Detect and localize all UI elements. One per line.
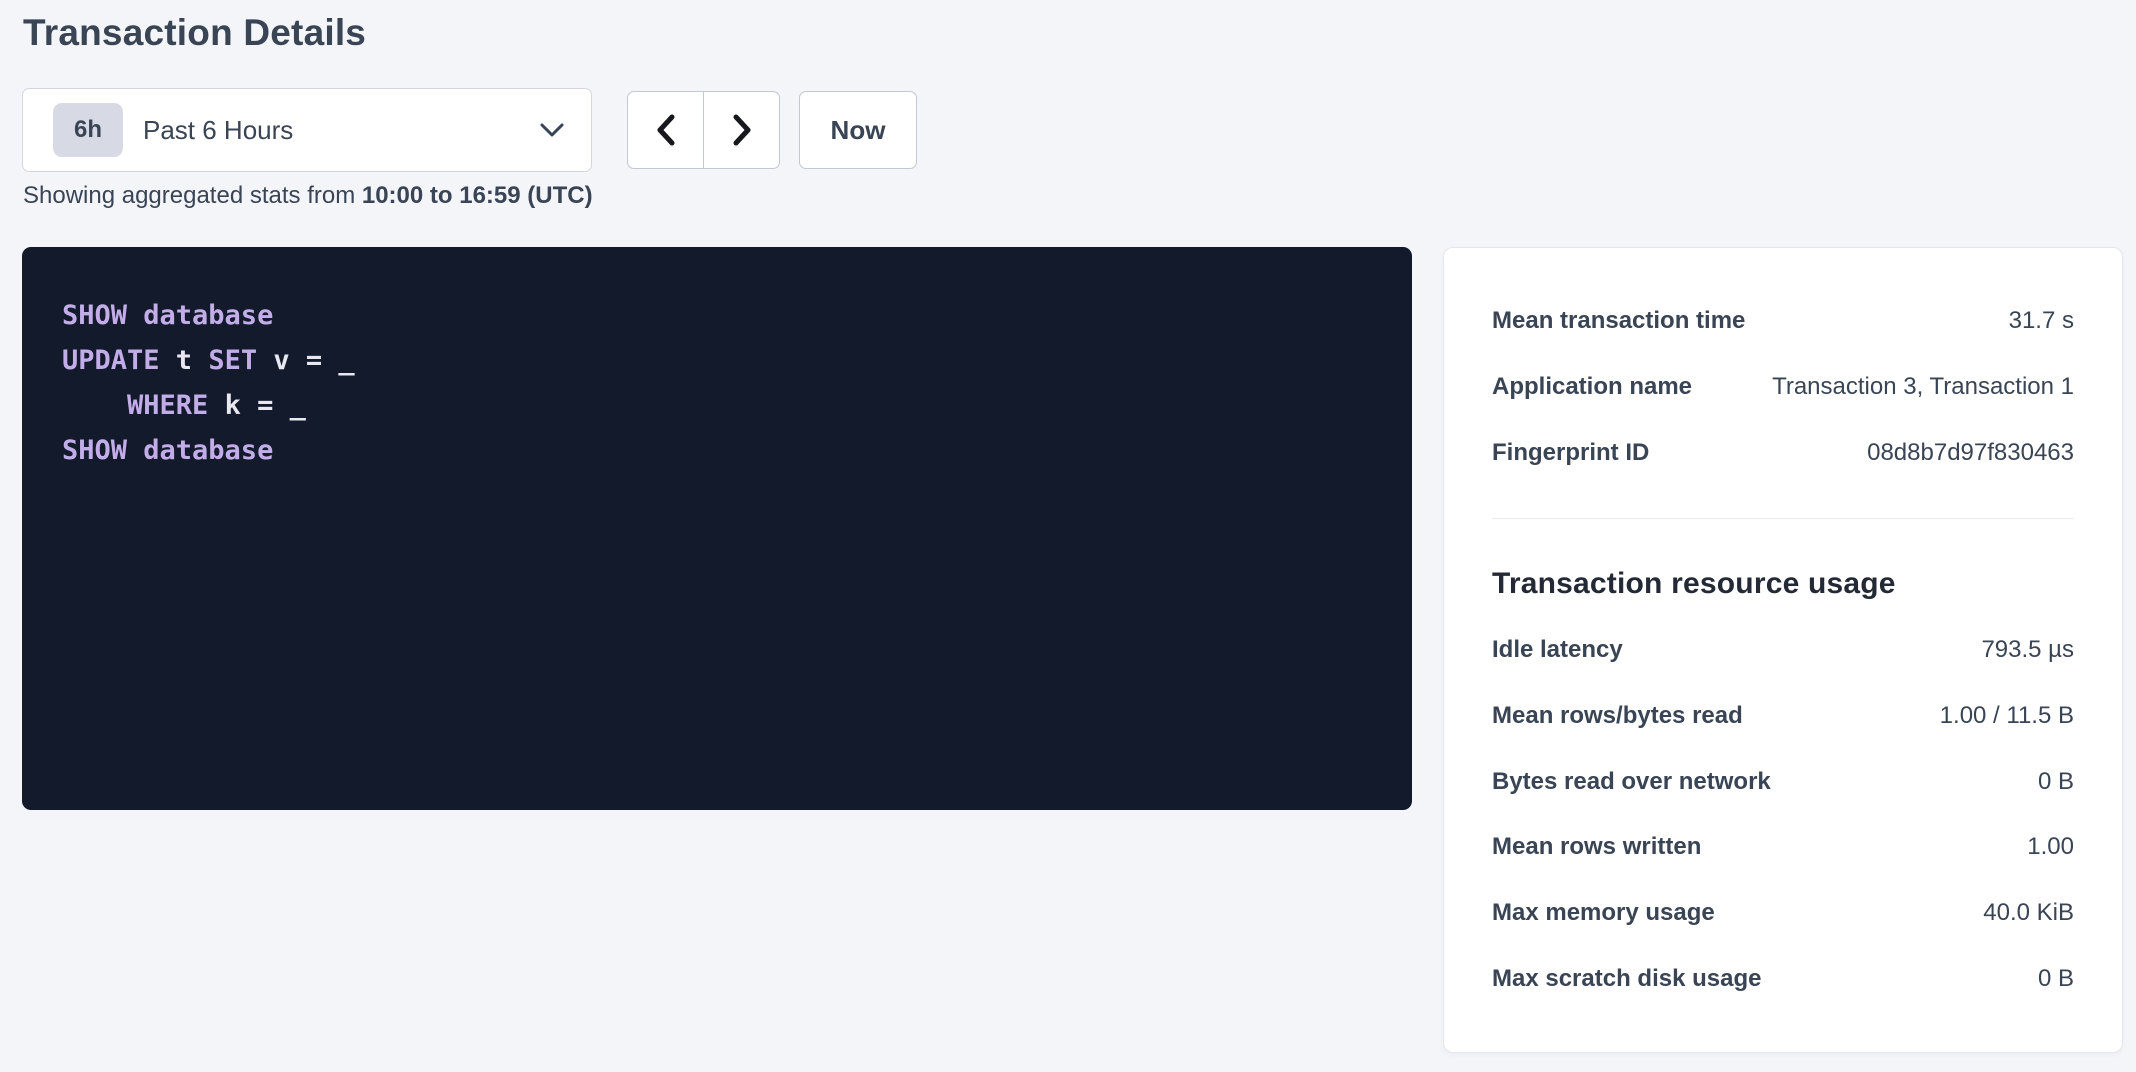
aggregated-stats-prefix: Showing aggregated stats from: [23, 182, 362, 209]
row-value: 0 B: [2038, 965, 2074, 993]
resource-usage-heading-block: Transaction resource usage: [1492, 551, 2074, 617]
resource-usage-heading: Transaction resource usage: [1492, 567, 1896, 601]
row-value: 31.7 s: [2009, 307, 2074, 335]
row-label: Bytes read over network: [1492, 768, 1771, 796]
resource-row-mean-rows-written: Mean rows written 1.00: [1492, 815, 2074, 881]
row-value: 793.5 µs: [1981, 636, 2074, 664]
card-divider-block: [1492, 485, 2074, 551]
row-value: Transaction 3, Transaction 1: [1772, 373, 2074, 401]
row-value: 0 B: [2038, 768, 2074, 796]
sql-token: k = _: [208, 390, 306, 421]
time-controls: 6h Past 6 Hours: [22, 88, 917, 172]
sql-statement-text: SHOW database UPDATE t SET v = _ WHERE k…: [62, 293, 1372, 473]
sql-token: [62, 390, 127, 421]
row-value: 40.0 KiB: [1983, 899, 2074, 927]
sql-token: SHOW database: [62, 300, 273, 331]
row-label: Mean transaction time: [1492, 307, 1745, 335]
resource-row-max-scratch-disk-usage: Max scratch disk usage 0 B: [1492, 946, 2074, 1012]
resource-row-max-memory-usage: Max memory usage 40.0 KiB: [1492, 880, 2074, 946]
time-range-badge: 6h: [53, 103, 123, 157]
chevron-right-icon: [727, 113, 757, 147]
row-label: Max memory usage: [1492, 899, 1715, 927]
chevron-down-icon: [539, 121, 565, 139]
row-value: 1.00: [2027, 833, 2074, 861]
row-value: 1.00 / 11.5 B: [1940, 702, 2074, 730]
summary-row-application-name: Application name Transaction 3, Transact…: [1492, 354, 2074, 420]
time-range-selector[interactable]: 6h Past 6 Hours: [22, 88, 592, 172]
transaction-details-page: Transaction Details 6h Past 6 Hours: [0, 0, 2136, 1072]
row-label: Idle latency: [1492, 636, 1623, 664]
time-range-label: Past 6 Hours: [143, 115, 293, 146]
sql-token: t: [160, 345, 209, 376]
row-label: Fingerprint ID: [1492, 439, 1649, 467]
resource-row-bytes-read-over-network: Bytes read over network 0 B: [1492, 749, 2074, 815]
sql-statement-box: SHOW database UPDATE t SET v = _ WHERE k…: [22, 247, 1412, 810]
card-divider: [1492, 518, 2074, 519]
row-value: 08d8b7d97f830463: [1867, 439, 2074, 467]
transaction-summary-card: Mean transaction time 31.7 s Application…: [1443, 247, 2123, 1053]
resource-row-mean-rows-bytes-read: Mean rows/bytes read 1.00 / 11.5 B: [1492, 683, 2074, 749]
resource-row-idle-latency: Idle latency 793.5 µs: [1492, 617, 2074, 683]
now-button[interactable]: Now: [799, 91, 917, 169]
summary-row-fingerprint-id: Fingerprint ID 08d8b7d97f830463: [1492, 420, 2074, 486]
row-label: Mean rows/bytes read: [1492, 702, 1743, 730]
sql-token: SHOW database: [62, 435, 273, 466]
time-nav-group: [627, 91, 780, 169]
sql-token: v = _: [257, 345, 355, 376]
prev-time-button[interactable]: [627, 91, 704, 169]
row-label: Mean rows written: [1492, 833, 1701, 861]
sql-token: UPDATE: [62, 345, 160, 376]
summary-row-mean-transaction-time: Mean transaction time 31.7 s: [1492, 288, 2074, 354]
next-time-button[interactable]: [703, 91, 780, 169]
sql-token: SET: [208, 345, 257, 376]
row-label: Application name: [1492, 373, 1692, 401]
aggregated-stats-range: 10:00 to 16:59 (UTC): [362, 182, 593, 209]
sql-token: WHERE: [127, 390, 208, 421]
chevron-left-icon: [651, 113, 681, 147]
aggregated-stats-text: Showing aggregated stats from 10:00 to 1…: [23, 182, 593, 210]
page-title: Transaction Details: [23, 12, 366, 54]
row-label: Max scratch disk usage: [1492, 965, 1761, 993]
